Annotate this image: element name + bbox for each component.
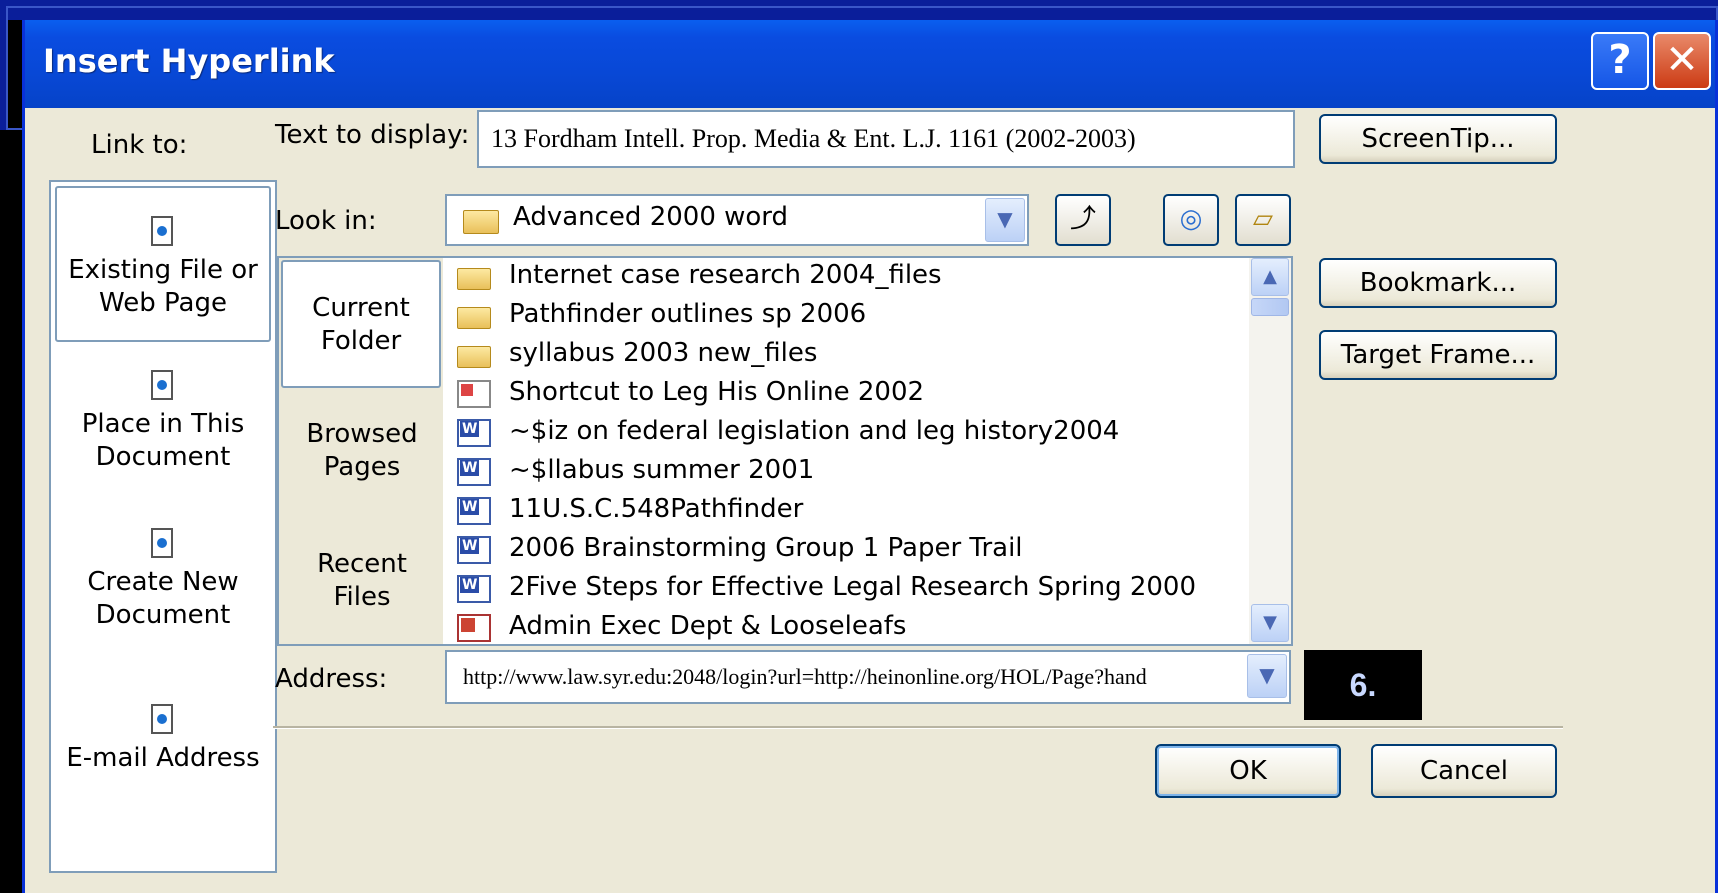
file-name: ~$llabus summer 2001 (509, 455, 815, 485)
target-frame-button[interactable]: Target Frame... (1319, 330, 1557, 380)
link-to-bar: Existing File or Web Page Place in This … (49, 180, 277, 873)
separator (273, 726, 1563, 729)
link-to-place-label-2: Document (95, 442, 231, 472)
insert-hyperlink-dialog: Insert Hyperlink ? ✕ Link to: Existing F… (22, 20, 1718, 893)
word-document-icon (457, 497, 491, 525)
word-document-icon (457, 458, 491, 486)
nav-browsed-pages[interactable]: Browsed Pages (283, 418, 441, 484)
text-to-display-field[interactable]: 13 Fordham Intell. Prop. Media & Ent. L.… (477, 110, 1295, 168)
screentip-button[interactable]: ScreenTip... (1319, 114, 1557, 164)
link-to-existing-file[interactable]: Existing File or Web Page (55, 186, 271, 342)
ok-button[interactable]: OK (1155, 744, 1341, 798)
file-name: 2006 Brainstorming Group 1 Paper Trail (509, 533, 1023, 563)
link-to-create-label-2: Document (95, 600, 231, 630)
title-bar[interactable]: Insert Hyperlink ? ✕ (25, 20, 1715, 108)
close-button[interactable]: ✕ (1653, 32, 1711, 90)
link-to-place-label-1: Place in This (81, 409, 245, 439)
create-new-document-icon (146, 526, 180, 562)
chevron-down-icon: ▼ (1263, 612, 1277, 633)
folder-icon (457, 307, 491, 329)
cancel-button[interactable]: Cancel (1371, 744, 1557, 798)
file-name: Shortcut to Leg His Online 2002 (509, 377, 925, 407)
link-to-email-label: E-mail Address (66, 743, 260, 773)
text-to-display-value: 13 Fordham Intell. Prop. Media & Ent. L.… (491, 124, 1136, 153)
nav-recent-files[interactable]: Recent Files (283, 548, 441, 614)
browse-web-icon: ◎ (1179, 204, 1203, 234)
nav-browsed-pages-label-1: Browsed (306, 419, 418, 449)
nav-recent-files-label-2: Files (333, 582, 391, 612)
address-dropdown-arrow[interactable]: ▼ (1247, 654, 1287, 698)
file-name: Admin Exec Dept & Looseleafs (509, 611, 907, 641)
link-to-existing-file-label-2: Web Page (99, 288, 227, 318)
nav-current-folder[interactable]: Current Folder (281, 260, 441, 388)
file-name: syllabus 2003 new_files (509, 338, 818, 368)
file-name: Pathfinder outlines sp 2006 (509, 299, 867, 329)
file-name: 2Five Steps for Effective Legal Research… (509, 572, 1197, 602)
word-document-icon (457, 575, 491, 603)
file-list: Internet case research 2004_files Pathfi… (447, 258, 1247, 644)
address-value: http://www.law.syr.edu:2048/login?url=ht… (463, 664, 1147, 689)
link-to-place-in-document[interactable]: Place in This Document (51, 368, 275, 474)
file-name: Internet case research 2004_files (509, 260, 942, 290)
file-name: ~$iz on federal legislation and leg hist… (509, 416, 1120, 446)
link-to-create-label-1: Create New (87, 567, 239, 597)
browse-file-button[interactable]: ▱ (1235, 194, 1291, 246)
link-to-email-address[interactable]: E-mail Address (51, 702, 275, 775)
access-database-icon (457, 614, 491, 642)
chevron-up-icon: ▲ (1263, 266, 1277, 287)
vertical-scrollbar[interactable]: ▲ ▼ (1249, 258, 1291, 644)
email-address-icon (146, 702, 180, 738)
look-in-dropdown-arrow[interactable]: ▼ (985, 198, 1025, 242)
existing-file-icon (146, 214, 180, 250)
folder-icon (457, 346, 491, 368)
word-document-icon (457, 419, 491, 447)
folder-icon (457, 268, 491, 290)
nav-recent-files-label-1: Recent (317, 549, 407, 579)
link-to-existing-file-label-1: Existing File or (68, 255, 258, 285)
browse-nav: Current Folder Browsed Pages Recent File… (279, 258, 443, 644)
browse-web-button[interactable]: ◎ (1163, 194, 1219, 246)
folder-up-icon: ⤴ (1069, 204, 1096, 234)
text-to-display-label: Text to display: (275, 120, 470, 150)
look-in-label: Look in: (275, 206, 377, 236)
nav-current-folder-label-1: Current (312, 293, 410, 323)
word-document-icon (457, 536, 491, 564)
address-combo[interactable]: http://www.law.syr.edu:2048/login?url=ht… (445, 650, 1291, 704)
scroll-up-button[interactable]: ▲ (1251, 258, 1289, 296)
place-in-document-icon (146, 368, 180, 404)
browse-pane: Current Folder Browsed Pages Recent File… (277, 256, 1293, 646)
open-folder-icon: ▱ (1253, 204, 1273, 234)
nav-current-folder-label-2: Folder (320, 326, 402, 356)
link-to-create-new-document[interactable]: Create New Document (51, 526, 275, 632)
folder-icon (463, 210, 499, 234)
nav-browsed-pages-label-2: Pages (323, 452, 401, 482)
help-button[interactable]: ? (1591, 32, 1649, 90)
look-in-value: Advanced 2000 word (513, 202, 789, 232)
address-label: Address: (275, 664, 388, 694)
link-to-label: Link to: (91, 130, 188, 160)
shortcut-icon (457, 380, 491, 408)
step-number-label: 6. (1304, 650, 1422, 720)
look-in-combo[interactable]: Advanced 2000 word ▼ (445, 194, 1029, 246)
scroll-down-button[interactable]: ▼ (1251, 604, 1289, 642)
up-one-folder-button[interactable]: ⤴ (1055, 194, 1111, 246)
scroll-thumb[interactable] (1251, 298, 1289, 316)
bookmark-button[interactable]: Bookmark... (1319, 258, 1557, 308)
dialog-title: Insert Hyperlink (43, 42, 335, 80)
file-name: 11U.S.C.548Pathfinder (509, 494, 804, 524)
